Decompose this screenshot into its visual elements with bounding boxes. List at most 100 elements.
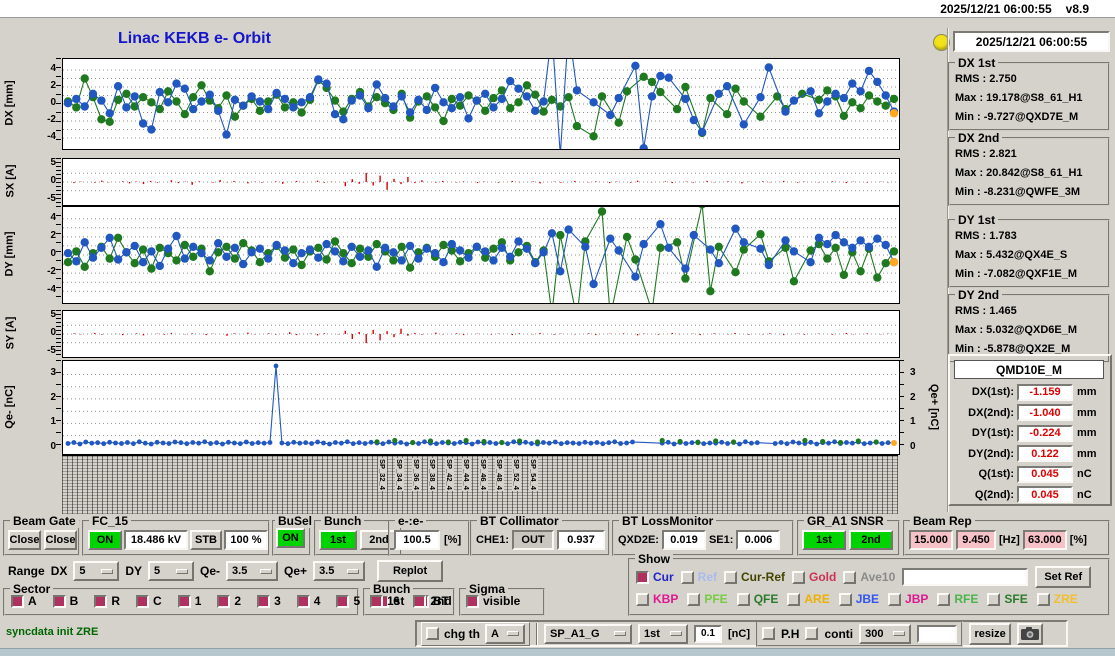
busel-group: BuSel ON (272, 514, 316, 556)
range-dx-dropdown[interactable]: 5 (73, 561, 120, 581)
ref-file-input[interactable] (902, 568, 1029, 586)
bpm-x-label: SP_52_4 (512, 458, 521, 491)
show-trace-checkbox[interactable] (680, 570, 694, 584)
show-region-checkbox[interactable] (687, 592, 701, 606)
sx-axis-ticks: 5 0 -5 (32, 157, 56, 204)
axis-tick-label: -5 (47, 345, 56, 356)
bunch-1st-button[interactable]: 1st (319, 530, 357, 550)
sector-checkbox[interactable] (52, 594, 66, 608)
sector-checkbox[interactable] (257, 594, 271, 608)
option-menu-dash-icon (347, 568, 360, 574)
readout-label: DY(1st): (971, 427, 1014, 439)
busel-on-button[interactable]: ON (276, 528, 305, 548)
show-trace-checkbox[interactable] (792, 570, 806, 584)
set-ref-button[interactable]: Set Ref (1035, 566, 1092, 588)
conti-checkbox[interactable] (805, 627, 819, 640)
bpm-x-label: SP_54_4 (529, 458, 538, 491)
device-dropdown[interactable]: SP_A1_G (544, 623, 632, 644)
replot-button[interactable]: Replot (377, 560, 444, 582)
sector-checkbox[interactable] (94, 594, 108, 608)
status-datetime: 2025/12/21 06:00:55 (953, 31, 1110, 52)
stat-line: Max : 20.842@S8_61_H1 (955, 167, 1083, 179)
fc15-title: FC_15 (89, 514, 132, 528)
orbit-monitor-window: 2025/12/21 06:00:55 v8.9 Linac KEKB e- O… (0, 0, 1115, 656)
range-qe-plus-dropdown[interactable]: 3.5 (313, 561, 366, 581)
gr-snsr-1st-button[interactable]: 1st (802, 530, 846, 550)
show-region-checkbox[interactable] (1036, 592, 1050, 606)
chg-th-checkbox[interactable] (426, 627, 439, 640)
dx-axis-title: DX [mm] (4, 80, 17, 126)
show-region-label: SFE (1004, 592, 1028, 606)
show-region-checkbox[interactable] (937, 592, 951, 606)
axis-tick-label: -2 (47, 266, 56, 277)
beam-gate-close-button-2[interactable]: Close (44, 530, 77, 550)
points-dropdown[interactable]: 300 (859, 623, 912, 644)
range-qe-minus-dropdown[interactable]: 3.5 (226, 561, 279, 581)
stat-line: Min : -8.231@QWFE_3M (955, 186, 1081, 198)
axis-tick-label: -4 (47, 131, 56, 142)
ee-ratio-value: 100.5 (394, 530, 440, 550)
bunch-select-group: Bunch 1st 2nd (363, 582, 455, 616)
readout-unit: nC (1077, 488, 1092, 501)
show-region-checkbox[interactable] (838, 592, 852, 606)
bpm-name: QMD10E_M (954, 360, 1104, 379)
show-region-label: ZRE (1053, 592, 1078, 606)
resize-button[interactable]: resize (969, 622, 1012, 645)
readout-unit: nC (1077, 468, 1092, 480)
show-trace-item: Ref (680, 570, 717, 584)
show-region-checkbox[interactable] (987, 592, 1001, 606)
beam-rep-hz-unit: [Hz] (999, 534, 1020, 546)
sector-checkbox[interactable] (177, 594, 191, 608)
che1-state: OUT (512, 530, 555, 550)
ph-checkbox[interactable] (762, 627, 775, 640)
chg-th-subpanel: chg th A (421, 621, 530, 646)
show-region-checkbox[interactable] (888, 592, 902, 606)
show-region-checkbox[interactable] (787, 592, 801, 606)
screenshot-button[interactable] (1017, 622, 1044, 645)
readout-value: 0.122 (1017, 445, 1073, 462)
extra-input[interactable] (917, 624, 958, 643)
show-trace-checkbox[interactable] (636, 570, 649, 584)
option-menu-dash-icon (176, 568, 189, 574)
beam-gate-title: Beam Gate (10, 514, 79, 528)
show-trace-checkbox[interactable] (843, 570, 857, 584)
range-dy-dropdown[interactable]: 5 (148, 561, 195, 581)
stat-line: Min : -9.727@QXD7E_M (955, 111, 1079, 123)
sector-checkbox[interactable] (11, 594, 24, 608)
sector-label: 2 (234, 594, 242, 608)
bunch-dropdown[interactable]: 1st (638, 623, 688, 644)
sector-checkbox[interactable] (336, 594, 350, 608)
readout-unit: mm (1077, 427, 1097, 439)
show-region-item: JBP (888, 592, 928, 606)
dy-axis-title: DY [mm] (4, 231, 16, 277)
chg-th-dropdown[interactable]: A (485, 623, 525, 644)
bunch-select-checkbox[interactable] (413, 594, 427, 608)
show-region-item: QFE (736, 592, 778, 606)
show-trace-checkbox[interactable] (724, 570, 738, 584)
sigma-checkbox[interactable] (466, 594, 479, 608)
sector-checkbox[interactable] (136, 594, 150, 608)
sector-checkbox[interactable] (217, 594, 231, 608)
page-title: Linac KEKB e- Orbit (118, 30, 271, 47)
sector-item: 1 (177, 594, 201, 608)
gr-snsr-2nd-button[interactable]: 2nd (849, 530, 893, 550)
option-menu-dash-icon (670, 631, 682, 636)
qxd2e-value: 0.019 (661, 530, 706, 550)
bunch-select-checkbox[interactable] (370, 594, 383, 608)
readout-row: DY(1st): -0.224 mm (952, 423, 1108, 443)
show-trace-item: Cur-Ref (724, 570, 785, 584)
fc15-on-button[interactable]: ON (88, 530, 122, 550)
titlebar-datetime: 2025/12/21 06:00:55 (940, 1, 1052, 16)
show-region-checkbox[interactable] (736, 592, 750, 606)
show-region-checkbox[interactable] (636, 592, 649, 606)
fc15-group: FC_15 ON 18.486 kV STB 100 % (82, 514, 270, 556)
sector-checkbox[interactable] (296, 594, 310, 608)
gr-snsr-title: GR_A1 SNSR (804, 514, 887, 528)
threshold-input[interactable]: 0.1 (694, 624, 722, 643)
show-trace-item: Gold (792, 570, 836, 584)
show-trace-label: Cur (653, 570, 674, 584)
bpm-x-label: SP_32_4 (378, 458, 387, 491)
qe-minus-axis-title: Qe- [nC] (4, 384, 17, 429)
fc15-stb-button[interactable]: STB (190, 530, 222, 550)
beam-gate-close-button-1[interactable]: Close (8, 530, 41, 550)
